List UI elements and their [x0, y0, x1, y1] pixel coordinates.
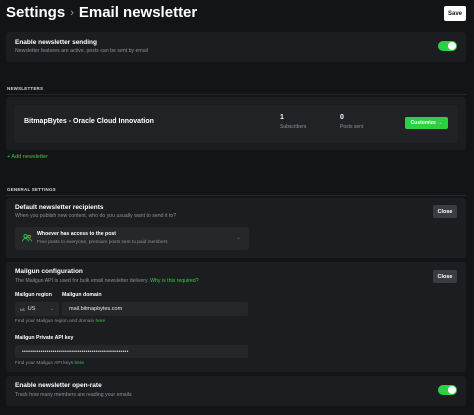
- mailgun-close-button[interactable]: Close: [433, 270, 457, 283]
- why-required-link[interactable]: Why is this required?: [150, 278, 198, 284]
- recipients-title: Default newsletter recipients: [15, 204, 104, 211]
- posts-sent-count: 0: [340, 114, 344, 121]
- section-divider: [6, 195, 466, 196]
- mailgun-title: Mailgun configuration: [15, 268, 83, 275]
- general-settings-section-label: GENERAL SETTINGS: [7, 187, 56, 192]
- recipients-option-description: Free posts to everyone, premium posts se…: [37, 240, 168, 245]
- toggle-knob: [448, 386, 456, 394]
- subscribers-label: Subscribers: [280, 124, 307, 130]
- mailgun-region-value: US: [27, 306, 36, 312]
- us-flag-icon: us: [20, 306, 25, 312]
- mailgun-description-text: The Mailgun API is used for bulk email n…: [15, 278, 149, 284]
- mailgun-api-hint: Find your Mailgun API keys here: [15, 361, 84, 366]
- enable-sending-description: Newsletter features are active, posts ca…: [15, 48, 148, 54]
- region-hint-text: Find your Mailgun region and domain: [15, 319, 95, 324]
- breadcrumb-parent[interactable]: Settings: [6, 4, 65, 21]
- toggle-knob: [448, 42, 456, 50]
- chevron-right-icon: ›: [70, 6, 74, 19]
- enable-sending-card: [6, 32, 466, 62]
- region-hint-link[interactable]: here: [96, 319, 106, 324]
- add-newsletter-link[interactable]: + Add newsletter: [7, 154, 48, 160]
- mailgun-api-key-input[interactable]: ••••••••••••••••••••••••••••••••••••••••…: [15, 345, 248, 358]
- newsletters-section-label: NEWSLETTERS: [7, 86, 44, 91]
- enable-sending-toggle[interactable]: [438, 41, 457, 51]
- api-hint-link[interactable]: here: [74, 361, 84, 366]
- customize-button[interactable]: Customize →: [405, 117, 448, 129]
- mailgun-domain-label: Mailgun domain: [62, 292, 102, 298]
- mailgun-api-key-label: Mailgun Private API key: [15, 335, 74, 341]
- mailgun-domain-input[interactable]: mail.bitmapbytes.com: [62, 302, 248, 316]
- save-button[interactable]: Save: [444, 6, 466, 21]
- chevron-down-icon: ⌄: [236, 235, 242, 241]
- open-rate-card: [6, 376, 466, 406]
- mailgun-description: The Mailgun API is used for bulk email n…: [15, 278, 199, 284]
- recipients-option-title: Whoever has access to the post: [37, 231, 116, 237]
- open-rate-description: Track how many members are reading your …: [15, 392, 132, 398]
- section-divider: [6, 94, 466, 95]
- users-icon: [22, 234, 32, 244]
- open-rate-title: Enable newsletter open-rate: [15, 382, 102, 389]
- page-title: Settings › Email newsletter: [6, 4, 197, 21]
- recipients-close-button[interactable]: Close: [433, 205, 457, 218]
- recipients-description: When you publish new content, who do you…: [15, 213, 177, 219]
- enable-sending-title: Enable newsletter sending: [15, 39, 97, 46]
- open-rate-toggle[interactable]: [438, 385, 457, 395]
- mailgun-region-label: Mailgun region: [15, 292, 52, 298]
- newsletter-name[interactable]: BitmapBytes - Oracle Cloud Innovation: [24, 118, 154, 125]
- subscribers-count: 1: [280, 114, 284, 121]
- mailgun-region-hint: Find your Mailgun region and domain here: [15, 319, 105, 324]
- posts-sent-label: Posts sent: [340, 124, 364, 130]
- breadcrumb-current: Email newsletter: [78, 4, 198, 21]
- chevron-down-icon: ⌄: [49, 306, 54, 312]
- mailgun-region-select[interactable]: us US ⌄: [15, 302, 59, 316]
- api-hint-text: Find your Mailgun API keys: [15, 361, 74, 366]
